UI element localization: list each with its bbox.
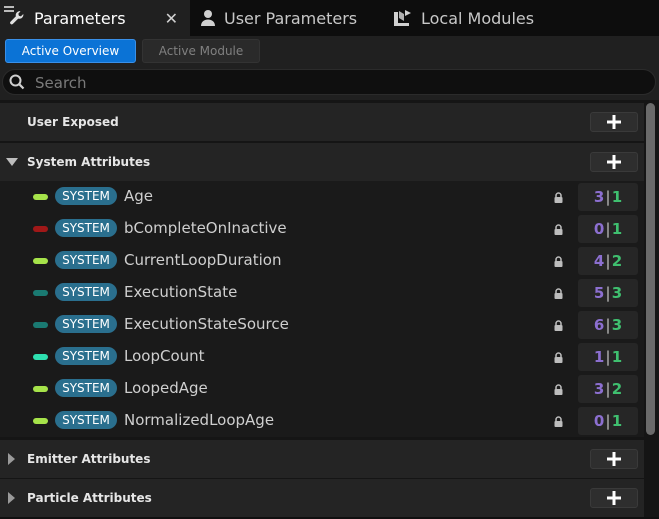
parameter-row[interactable]: SYSTEM ExecutionState 5 | 3 — [0, 277, 644, 309]
namespace-badge: SYSTEM — [55, 251, 117, 269]
plus-icon — [607, 491, 621, 505]
type-pin — [33, 226, 48, 232]
add-emitter-attribute-button[interactable] — [590, 449, 638, 469]
lock-icon — [554, 256, 563, 267]
type-pin — [33, 258, 48, 264]
chevron-down-icon[interactable] — [6, 157, 18, 167]
type-pin — [33, 386, 48, 392]
reference-counter: 3 | 1 — [578, 183, 638, 211]
plus-icon — [607, 452, 621, 466]
close-icon[interactable]: ✕ — [165, 9, 178, 28]
add-user-exposed-button[interactable] — [590, 112, 638, 132]
parameter-row[interactable]: SYSTEM LoopCount 1 | 1 — [0, 341, 644, 373]
namespace-badge: SYSTEM — [55, 187, 117, 205]
reference-counter: 3 | 2 — [578, 375, 638, 403]
reference-counter: 6 | 3 — [578, 311, 638, 339]
plus-icon — [607, 115, 621, 129]
lock-icon — [554, 416, 563, 427]
parameter-name: CurrentLoopDuration — [124, 251, 282, 269]
namespace-badge: SYSTEM — [55, 347, 117, 365]
section-emitter-attributes[interactable]: Emitter Attributes — [0, 440, 644, 478]
namespace-badge: SYSTEM — [55, 219, 117, 237]
search-icon — [9, 74, 25, 90]
tab-user-parameters[interactable]: User Parameters — [200, 0, 357, 36]
section-title: Particle Attributes — [27, 491, 152, 505]
tab-local-modules-label: Local Modules — [421, 8, 535, 28]
tab-local-modules[interactable]: Local Modules — [393, 0, 534, 36]
search-input[interactable] — [33, 72, 637, 94]
namespace-badge: SYSTEM — [55, 411, 117, 429]
type-pin — [33, 322, 48, 328]
type-pin — [33, 194, 48, 200]
section-title: User Exposed — [27, 115, 119, 129]
reference-counter: 1 | 1 — [578, 343, 638, 371]
lock-icon — [554, 352, 563, 363]
parameter-name: NormalizedLoopAge — [124, 411, 275, 429]
lock-icon — [554, 288, 563, 299]
section-title: System Attributes — [27, 155, 151, 169]
chevron-right-icon[interactable] — [6, 453, 16, 465]
namespace-badge: SYSTEM — [55, 315, 117, 333]
section-title: Emitter Attributes — [27, 452, 151, 466]
parameter-name: bCompleteOnInactive — [124, 219, 287, 237]
parameter-row[interactable]: SYSTEM CurrentLoopDuration 4 | 2 — [0, 245, 644, 277]
section-system-attributes[interactable]: System Attributes — [0, 143, 644, 181]
lock-icon — [554, 224, 563, 235]
tab-parameters-label: Parameters — [34, 8, 126, 28]
active-module-button[interactable]: Active Module — [142, 39, 260, 63]
tab-bar: Parameters ✕ User Parameters Local Modul… — [0, 0, 659, 36]
lock-icon — [554, 320, 563, 331]
search-row — [0, 66, 659, 100]
reference-counter: 0 | 1 — [578, 215, 638, 243]
lock-icon — [554, 192, 563, 203]
modules-icon — [393, 9, 413, 27]
parameter-row[interactable]: SYSTEM NormalizedLoopAge 0 | 1 — [0, 405, 644, 437]
user-icon — [200, 9, 216, 27]
type-pin — [33, 354, 48, 360]
tab-user-parameters-label: User Parameters — [224, 8, 358, 28]
mode-toolbar: Active Overview Active Module — [0, 36, 659, 66]
add-system-attribute-button[interactable] — [590, 152, 638, 172]
section-user-exposed[interactable]: User Exposed — [0, 103, 644, 141]
namespace-badge: SYSTEM — [55, 379, 117, 397]
parameter-row[interactable]: SYSTEM ExecutionStateSource 6 | 3 — [0, 309, 644, 341]
menu-lines-icon — [4, 6, 14, 12]
parameter-name: Age — [124, 187, 154, 205]
parameter-name: ExecutionStateSource — [124, 315, 289, 333]
section-particle-attributes[interactable]: Particle Attributes — [0, 479, 644, 517]
chevron-right-icon[interactable] — [6, 492, 16, 504]
active-overview-button[interactable]: Active Overview — [5, 39, 136, 63]
lock-icon — [554, 384, 563, 395]
namespace-badge: SYSTEM — [55, 283, 117, 301]
add-particle-attribute-button[interactable] — [590, 488, 638, 508]
type-pin — [33, 290, 48, 296]
vertical-scrollbar[interactable] — [646, 103, 655, 435]
tab-parameters[interactable]: Parameters ✕ — [0, 0, 190, 36]
parameter-name: LoopedAge — [124, 379, 208, 397]
parameter-row[interactable]: SYSTEM bCompleteOnInactive 0 | 1 — [0, 213, 644, 245]
parameter-row[interactable]: SYSTEM Age 3 | 1 — [0, 181, 644, 213]
search-box[interactable] — [2, 69, 656, 95]
plus-icon — [607, 155, 621, 169]
reference-counter: 5 | 3 — [578, 279, 638, 307]
parameter-row[interactable]: SYSTEM LoopedAge 3 | 2 — [0, 373, 644, 405]
reference-counter: 4 | 2 — [578, 247, 638, 275]
reference-counter: 0 | 1 — [578, 407, 638, 435]
parameter-name: LoopCount — [124, 347, 205, 365]
parameter-name: ExecutionState — [124, 283, 238, 301]
type-pin — [33, 418, 48, 424]
